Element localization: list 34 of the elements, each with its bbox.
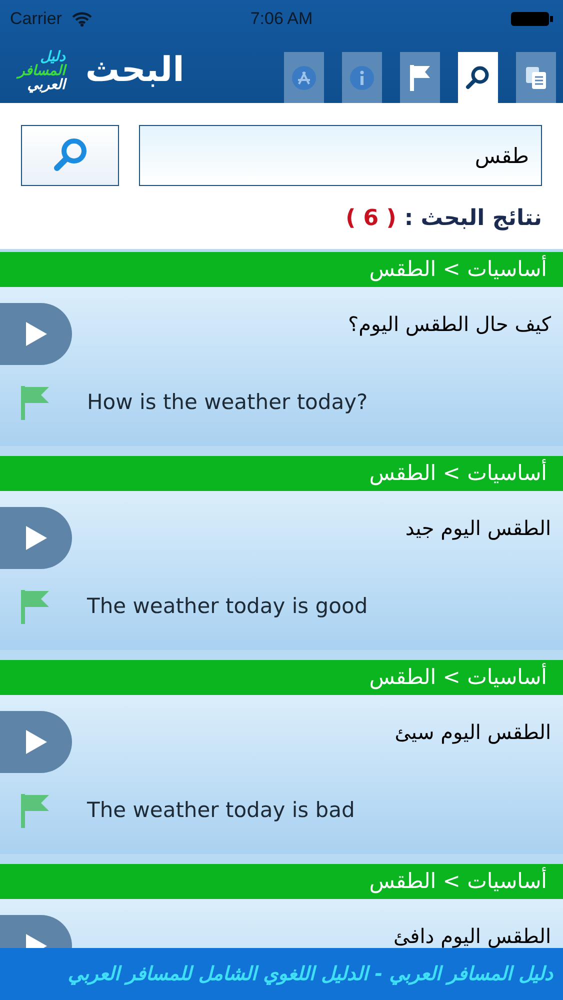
app-store-icon <box>291 64 317 90</box>
battery-icon <box>511 11 553 27</box>
english-phrase: How is the weather today? <box>87 389 368 416</box>
pages-icon <box>524 64 548 90</box>
category-header: أساسيات > الطقس <box>0 864 563 899</box>
english-phrase: The weather today is good <box>87 593 368 620</box>
results-count: ( 6 ) <box>346 205 396 233</box>
category-header: أساسيات > الطقس <box>0 660 563 695</box>
app-logo: دليل المسافر العربي <box>18 50 66 92</box>
search-icon <box>465 64 491 90</box>
arabic-phrase: الطقس اليوم دافئ <box>394 923 551 948</box>
english-phrase: The weather today is bad <box>87 797 355 824</box>
tab[interactable] <box>458 52 498 103</box>
play-button[interactable] <box>0 507 72 569</box>
play-icon <box>24 729 48 755</box>
arabic-phrase: الطقس اليوم سيئ <box>394 719 551 746</box>
page-title: البحث <box>85 49 184 92</box>
info-icon <box>349 64 375 90</box>
arabic-phrase: الطقس اليوم جيد <box>405 515 551 542</box>
wifi-icon <box>72 12 92 26</box>
search-field[interactable]: طقس <box>139 125 542 186</box>
flag-icon <box>408 62 432 92</box>
arabic-phrase: كيف حال الطقس اليوم؟ <box>348 311 551 338</box>
play-button[interactable] <box>0 303 72 365</box>
carrier-label: Carrier <box>10 8 62 30</box>
time-label: 7:06 AM <box>250 8 313 30</box>
search-button[interactable] <box>21 125 119 186</box>
category-header: أساسيات > الطقس <box>0 456 563 491</box>
bottom-banner: دليل المسافر العربي - الدليل اللغوي الشامل للمسافر العربي <box>0 948 563 1000</box>
category-header: أساسيات > الطقس <box>0 252 563 287</box>
results-label: نتائج البحث : <box>404 205 542 233</box>
play-icon <box>24 525 48 551</box>
play-button[interactable] <box>0 711 72 773</box>
play-icon <box>24 321 48 347</box>
